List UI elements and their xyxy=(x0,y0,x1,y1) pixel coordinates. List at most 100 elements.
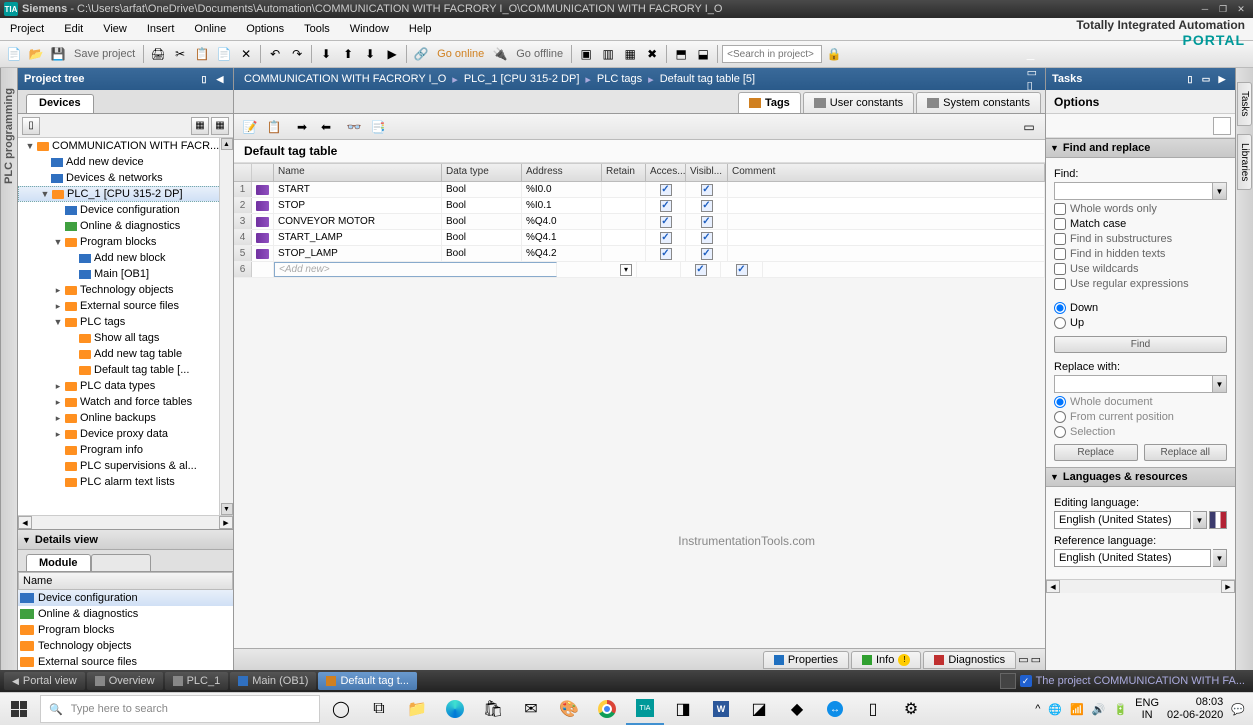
windows-search-input[interactable]: 🔍Type here to search xyxy=(40,695,320,723)
app-button-2[interactable]: ◪ xyxy=(740,693,778,725)
tree-node[interactable]: Default tag table [... xyxy=(18,362,233,378)
tag-address-cell[interactable]: %Q4.2 xyxy=(522,246,602,261)
cortana-button[interactable]: ◯ xyxy=(322,693,360,725)
bc-tagtable[interactable]: Default tag table [5] xyxy=(658,73,757,85)
edge-button[interactable] xyxy=(436,693,474,725)
find-replace-header[interactable]: ▼ Find and replace xyxy=(1046,138,1235,158)
wildcards-checkbox[interactable] xyxy=(1054,263,1066,275)
sb-tagtable[interactable]: Default tag t... xyxy=(318,672,416,690)
mail-button[interactable]: ✉ xyxy=(512,693,550,725)
tree-node[interactable]: Main [OB1] xyxy=(18,266,233,282)
tree-node[interactable]: ▸External source files xyxy=(18,298,233,314)
col-retain[interactable]: Retain xyxy=(602,164,646,181)
status-icon-1[interactable] xyxy=(1000,673,1016,689)
tool-button-3[interactable]: ▦ xyxy=(620,44,640,64)
up-radio[interactable] xyxy=(1054,317,1066,329)
tree-tool-1[interactable]: ▯ xyxy=(22,117,40,135)
details-row[interactable]: Technology objects xyxy=(18,638,233,654)
ed-tool-2[interactable]: 📋 xyxy=(264,117,284,137)
copy-button[interactable]: 📋 xyxy=(192,44,212,64)
app-button-4[interactable]: ▯ xyxy=(854,693,892,725)
app-button-1[interactable]: ◨ xyxy=(664,693,702,725)
ed-tool-3[interactable]: ➡ xyxy=(292,117,312,137)
tree-tool-2[interactable]: ▦ xyxy=(191,117,209,135)
tree-node[interactable]: Online & diagnostics xyxy=(18,218,233,234)
visible-checkbox[interactable] xyxy=(701,248,713,260)
volume-icon[interactable]: 🔊 xyxy=(1092,703,1106,716)
tree-expand-icon[interactable]: ▼ xyxy=(52,317,64,327)
tag-name-cell[interactable]: START xyxy=(274,182,442,197)
bottom-tool-2[interactable]: ▭ xyxy=(1031,653,1041,666)
tag-comment-cell[interactable] xyxy=(728,198,1045,213)
cut-button[interactable]: ✂ xyxy=(170,44,190,64)
ed-tool-5[interactable]: 👓 xyxy=(344,117,364,137)
tree-node[interactable]: ▸Watch and force tables xyxy=(18,394,233,410)
replace-dropdown-icon[interactable]: ▼ xyxy=(1212,376,1226,392)
menu-help[interactable]: Help xyxy=(399,18,442,40)
tag-name-cell[interactable]: STOP xyxy=(274,198,442,213)
tag-address-cell[interactable]: %I0.1 xyxy=(522,198,602,213)
col-visible[interactable]: Visibl... xyxy=(686,164,728,181)
tia-portal-button[interactable]: TIA xyxy=(626,693,664,725)
tag-name-cell[interactable]: STOP_LAMP xyxy=(274,246,442,261)
details-row[interactable]: Device configuration xyxy=(18,590,233,606)
tree-expand-icon[interactable]: ▸ xyxy=(52,285,64,296)
tool-button-2[interactable]: ▥ xyxy=(598,44,618,64)
replace-input[interactable]: ▼ xyxy=(1054,375,1227,393)
vis-checkbox[interactable] xyxy=(736,264,748,276)
tasks-pin-button[interactable]: ▶ xyxy=(1215,72,1229,86)
tab-module[interactable]: Module xyxy=(26,554,91,571)
tree-pin-button[interactable]: ◀ xyxy=(213,72,227,86)
tag-name-cell[interactable]: CONVEYOR MOTOR xyxy=(274,214,442,229)
tree-node[interactable]: PLC alarm text lists xyxy=(18,474,233,490)
languages-header[interactable]: ▼ Languages & resources xyxy=(1046,467,1235,487)
editor-min-button[interactable]: ─ xyxy=(1027,54,1037,66)
replace-all-button[interactable]: Replace all xyxy=(1144,444,1228,461)
tree-node[interactable]: Add new tag table xyxy=(18,346,233,362)
col-name[interactable]: Name xyxy=(274,164,442,181)
go-offline-icon[interactable]: 🔌 xyxy=(490,44,510,64)
sb-plc1[interactable]: PLC_1 xyxy=(165,672,229,690)
minimize-button[interactable]: ─ xyxy=(1197,2,1213,16)
app-button-5[interactable]: ⚙ xyxy=(892,693,930,725)
search-go-button[interactable]: 🔒 xyxy=(824,44,844,64)
open-project-button[interactable]: 📂 xyxy=(26,44,46,64)
sb-overview[interactable]: Overview xyxy=(87,672,163,690)
ed-tool-1[interactable]: 📝 xyxy=(240,117,260,137)
find-button[interactable]: Find xyxy=(1054,336,1227,353)
menu-insert[interactable]: Insert xyxy=(137,18,185,40)
tree-expand-icon[interactable]: ▸ xyxy=(52,397,64,408)
tag-comment-cell[interactable] xyxy=(728,246,1045,261)
tag-datatype-cell[interactable]: Bool xyxy=(442,198,522,213)
delete-button[interactable]: ✕ xyxy=(236,44,256,64)
compile-button[interactable]: ⬇ xyxy=(316,44,336,64)
tree-node[interactable]: Devices & networks xyxy=(18,170,233,186)
visible-checkbox[interactable] xyxy=(701,216,713,228)
menu-edit[interactable]: Edit xyxy=(54,18,93,40)
bc-plc[interactable]: PLC_1 [CPU 315-2 DP] xyxy=(462,73,582,85)
tree-node[interactable]: ▸Technology objects xyxy=(18,282,233,298)
col-address[interactable]: Address xyxy=(522,164,602,181)
col-comment[interactable]: Comment xyxy=(728,164,1045,181)
tag-datatype-cell[interactable]: Bool xyxy=(442,246,522,261)
app-button-3[interactable]: ◆ xyxy=(778,693,816,725)
accessible-checkbox[interactable] xyxy=(660,232,672,244)
tree-node[interactable]: Program info xyxy=(18,442,233,458)
tab-system-constants[interactable]: System constants xyxy=(916,92,1041,113)
from-current-radio[interactable] xyxy=(1054,411,1066,423)
tag-address-cell[interactable]: %Q4.1 xyxy=(522,230,602,245)
bottom-tool-1[interactable]: ▭ xyxy=(1018,653,1028,666)
tag-address-cell[interactable]: %Q4.0 xyxy=(522,214,602,229)
tasks-hscroll[interactable]: ◀ ▶ xyxy=(1046,579,1235,593)
vtab-tasks[interactable]: Tasks xyxy=(1237,82,1252,126)
tag-datatype-cell[interactable]: Bool xyxy=(442,182,522,197)
go-offline-label[interactable]: Go offline xyxy=(512,48,567,60)
tool-button-1[interactable]: ▣ xyxy=(576,44,596,64)
tag-row[interactable]: 3 CONVEYOR MOTOR Bool %Q4.0 xyxy=(234,214,1045,230)
flag-icon[interactable] xyxy=(1209,511,1227,529)
split-v-button[interactable]: ⬓ xyxy=(693,44,713,64)
find-dropdown-icon[interactable]: ▼ xyxy=(1212,183,1226,199)
split-h-button[interactable]: ⬒ xyxy=(671,44,691,64)
add-new-row[interactable]: 6 <Add new> ▾ xyxy=(234,262,1045,278)
store-button[interactable]: 🛍 xyxy=(474,693,512,725)
